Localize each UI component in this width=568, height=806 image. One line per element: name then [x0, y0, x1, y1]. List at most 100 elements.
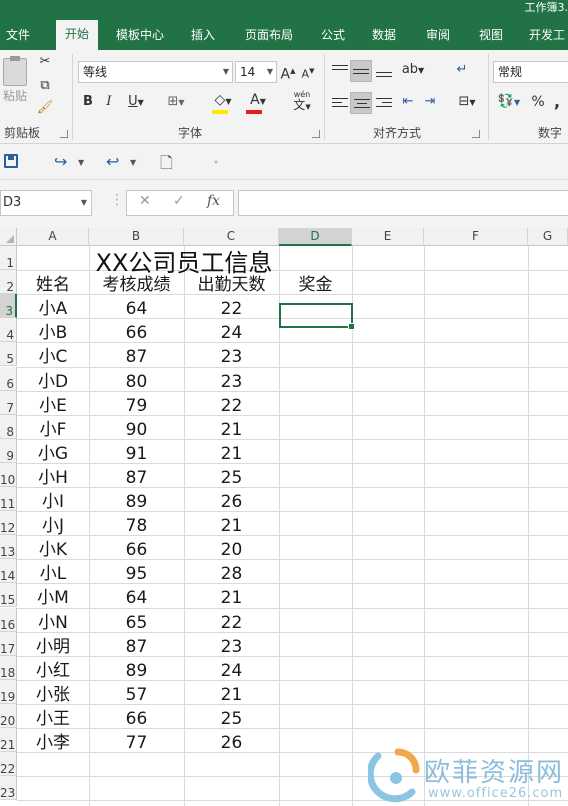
- table-cell[interactable]: 89: [89, 656, 184, 681]
- table-cell[interactable]: 21: [184, 583, 279, 608]
- currency-icon[interactable]: 💱▼: [494, 92, 524, 113]
- clipboard-launcher-icon[interactable]: [60, 130, 68, 138]
- percent-button[interactable]: %: [530, 92, 546, 112]
- customize-qat-icon[interactable]: ▾: [214, 158, 218, 167]
- table-cell[interactable]: 小K: [17, 535, 89, 560]
- table-cell[interactable]: 24: [184, 318, 279, 343]
- insert-function-icon[interactable]: fx: [207, 193, 220, 209]
- table-cell[interactable]: 65: [89, 608, 184, 633]
- tab-9[interactable]: 开发工: [526, 22, 568, 50]
- row-header-10[interactable]: 10: [0, 462, 17, 487]
- table-cell[interactable]: 87: [89, 632, 184, 657]
- tab-4[interactable]: 页面布局: [234, 22, 304, 50]
- table-cell[interactable]: 小红: [17, 656, 89, 681]
- tab-8[interactable]: 视图: [470, 22, 512, 50]
- print-preview-icon[interactable]: 🗋: [160, 152, 173, 179]
- table-cell[interactable]: 小D: [17, 367, 89, 392]
- row-header-4[interactable]: 4: [0, 318, 17, 343]
- font-color-icon[interactable]: A▼: [244, 90, 272, 114]
- table-cell[interactable]: 25: [184, 704, 279, 729]
- table-cell[interactable]: 小明: [17, 632, 89, 657]
- table-cell[interactable]: 小A: [17, 294, 89, 319]
- table-cell[interactable]: 小B: [17, 318, 89, 343]
- row-header-16[interactable]: 16: [0, 607, 17, 632]
- table-cell[interactable]: 20: [184, 535, 279, 560]
- table-cell[interactable]: 24: [184, 656, 279, 681]
- table-cell[interactable]: 小李: [17, 728, 89, 753]
- row-header-8[interactable]: 8: [0, 414, 17, 439]
- name-box[interactable]: D3 ▼: [0, 190, 92, 216]
- grow-font-button[interactable]: A▲: [280, 61, 296, 85]
- header-cell[interactable]: 奖金: [279, 270, 352, 295]
- table-cell[interactable]: 79: [89, 391, 184, 416]
- tab-7[interactable]: 审阅: [418, 22, 458, 50]
- table-cell[interactable]: 小L: [17, 559, 89, 584]
- undo-icon[interactable]: ↩: [106, 152, 119, 171]
- table-cell[interactable]: 89: [89, 487, 184, 512]
- table-cell[interactable]: 23: [184, 632, 279, 657]
- table-cell[interactable]: 22: [184, 391, 279, 416]
- table-cell[interactable]: 小G: [17, 439, 89, 464]
- table-cell[interactable]: 87: [89, 342, 184, 367]
- underline-button[interactable]: U▼: [124, 92, 148, 113]
- table-cell[interactable]: 91: [89, 439, 184, 464]
- redo-dropdown-icon[interactable]: ▼: [78, 158, 84, 167]
- row-header-7[interactable]: 7: [0, 390, 17, 415]
- font-launcher-icon[interactable]: [312, 130, 320, 138]
- row-header-11[interactable]: 11: [0, 487, 17, 512]
- borders-icon[interactable]: ⊞▼: [164, 92, 188, 113]
- orientation-icon[interactable]: ab▼: [398, 60, 428, 81]
- table-cell[interactable]: 23: [184, 342, 279, 367]
- row-header-2[interactable]: 2: [0, 270, 17, 295]
- cancel-icon[interactable]: ✕: [139, 193, 151, 209]
- number-format-select[interactable]: 常规: [493, 61, 568, 83]
- row-header-6[interactable]: 6: [0, 366, 17, 391]
- table-cell[interactable]: 小J: [17, 511, 89, 536]
- table-cell[interactable]: 57: [89, 680, 184, 705]
- align-bottom-icon[interactable]: [374, 60, 394, 82]
- column-header-b[interactable]: B: [89, 228, 184, 246]
- table-cell[interactable]: 78: [89, 511, 184, 536]
- bold-button[interactable]: B: [80, 92, 96, 112]
- table-cell[interactable]: 66: [89, 535, 184, 560]
- row-header-12[interactable]: 12: [0, 511, 17, 536]
- row-header-17[interactable]: 17: [0, 631, 17, 656]
- table-cell[interactable]: 64: [89, 294, 184, 319]
- header-cell[interactable]: 姓名: [17, 270, 89, 295]
- confirm-icon[interactable]: ✓: [173, 193, 185, 209]
- table-cell[interactable]: 小M: [17, 583, 89, 608]
- wrap-text-icon[interactable]: ↵: [452, 60, 472, 80]
- table-cell[interactable]: 小N: [17, 608, 89, 633]
- italic-button[interactable]: I: [102, 92, 116, 112]
- tab-6[interactable]: 数据: [362, 22, 406, 50]
- alignment-launcher-icon[interactable]: [472, 130, 480, 138]
- increase-indent-icon[interactable]: ⇥: [420, 92, 440, 112]
- table-cell[interactable]: 21: [184, 511, 279, 536]
- table-cell[interactable]: 小I: [17, 487, 89, 512]
- row-header-1[interactable]: 1: [0, 246, 17, 271]
- row-header-22[interactable]: 22: [0, 752, 17, 777]
- comma-button[interactable]: ,: [550, 92, 564, 112]
- font-size-select[interactable]: 14 ▼: [235, 61, 277, 83]
- phonetic-icon[interactable]: wén 文▼: [288, 90, 316, 112]
- font-name-select[interactable]: 等线 ▼: [78, 61, 233, 83]
- column-header-c[interactable]: C: [184, 228, 279, 246]
- shrink-font-button[interactable]: A▼: [300, 61, 316, 85]
- align-center-icon[interactable]: [350, 92, 372, 114]
- table-cell[interactable]: 小王: [17, 704, 89, 729]
- table-cell[interactable]: 25: [184, 463, 279, 488]
- active-cell-selection[interactable]: [279, 303, 355, 330]
- column-header-a[interactable]: A: [17, 228, 89, 246]
- redo-icon[interactable]: ↪: [54, 152, 67, 171]
- header-cell[interactable]: 出勤天数: [184, 270, 279, 295]
- table-cell[interactable]: 小F: [17, 415, 89, 440]
- table-cell[interactable]: 95: [89, 559, 184, 584]
- fill-color-icon[interactable]: ◇▼: [210, 90, 236, 114]
- table-cell[interactable]: 22: [184, 608, 279, 633]
- align-top-icon[interactable]: [330, 60, 350, 82]
- tab-1[interactable]: 开始: [56, 20, 98, 50]
- table-cell[interactable]: 80: [89, 367, 184, 392]
- table-cell[interactable]: 87: [89, 463, 184, 488]
- table-cell[interactable]: 28: [184, 559, 279, 584]
- table-cell[interactable]: 21: [184, 439, 279, 464]
